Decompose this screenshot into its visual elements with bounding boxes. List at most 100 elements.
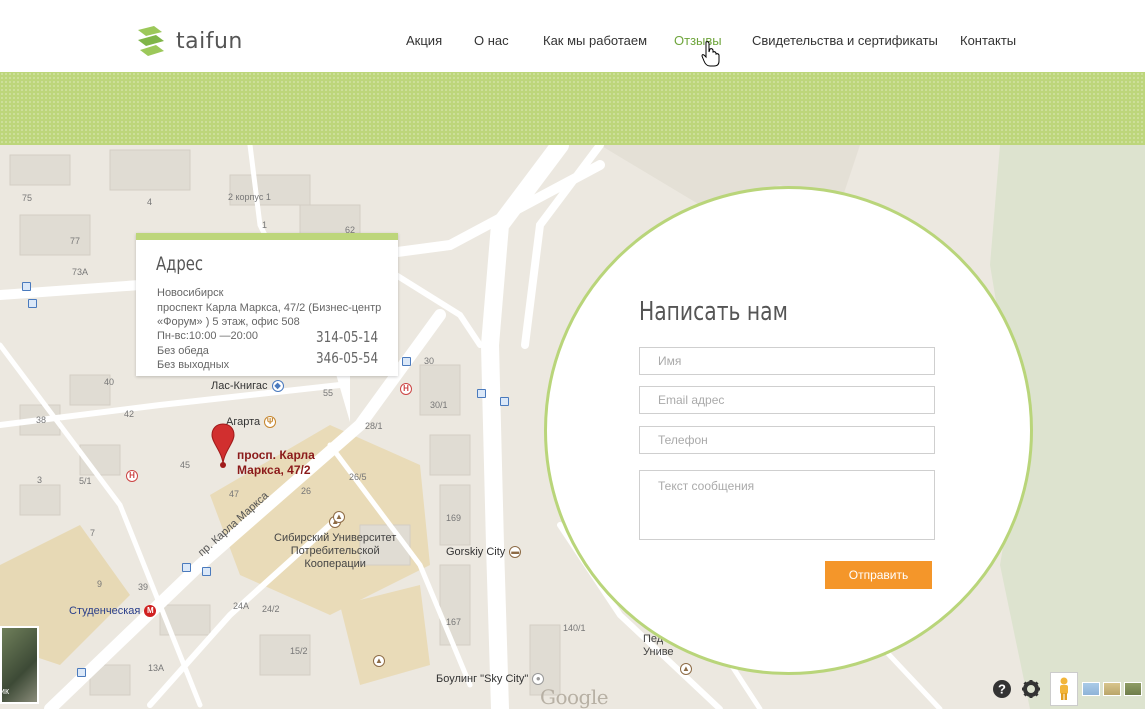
map-corpus-label: 2 корпус 1 xyxy=(228,192,271,202)
map-number: 45 xyxy=(180,460,191,470)
address-lunch: Без обеда xyxy=(157,345,209,357)
poi-gorskiy-city[interactable]: Gorskiy City ▬ xyxy=(446,546,522,558)
svg-text:?: ? xyxy=(998,682,1006,697)
message-textarea[interactable] xyxy=(639,470,935,540)
map-number: 26/5 xyxy=(349,472,367,482)
google-logo: Google xyxy=(540,685,609,709)
map-number: 5/1 xyxy=(79,476,92,486)
phone-input[interactable] xyxy=(639,426,935,454)
email-input[interactable] xyxy=(639,386,935,414)
address-days-off: Без выходных xyxy=(157,359,230,371)
bus-stop-icon xyxy=(402,357,411,366)
bus-stop-icon xyxy=(28,299,37,308)
map-number: 15/2 xyxy=(290,646,308,656)
address-hours: Пн-вс:10:00 —20:00 xyxy=(157,330,259,342)
bus-stop-icon xyxy=(477,389,486,398)
main-nav: Акция О нас Как мы работаем Отзывы Свиде… xyxy=(0,33,1145,53)
education-icon: ▲ xyxy=(333,511,345,523)
nav-item-akciya[interactable]: Акция xyxy=(406,33,442,48)
marker-label-line-1: просп. Карла xyxy=(237,448,315,462)
poi-bowling-label: Боулинг "Sky City" xyxy=(436,673,529,685)
marker-label: просп. Карла Маркса, 47/2 xyxy=(237,448,315,478)
help-icon[interactable]: ? xyxy=(992,679,1012,699)
map-number: 30/1 xyxy=(430,400,448,410)
green-banner xyxy=(0,72,1145,145)
nav-item-kak-my-rabotaem[interactable]: Как мы работаем xyxy=(543,33,647,48)
layer-thumb-satellite[interactable] xyxy=(1124,682,1142,696)
university-line-1: Сибирский Университет xyxy=(274,532,397,544)
education-icon: ▲ xyxy=(680,663,692,675)
map-number: 4 xyxy=(147,197,153,207)
map-number: 13А xyxy=(148,663,165,673)
pegman-icon xyxy=(1060,677,1068,700)
map-number: 73А xyxy=(72,267,89,277)
hospital-icon: H xyxy=(400,383,412,395)
location-marker-icon[interactable] xyxy=(210,423,236,469)
poi-gorskiy-label: Gorskiy City xyxy=(446,546,506,558)
university-line-2: Потребительской xyxy=(290,545,380,557)
address-card-tail xyxy=(336,374,350,422)
university-line-3: Кооперации xyxy=(304,558,366,570)
map-number: 30 xyxy=(424,356,435,366)
address-city: Новосибирск xyxy=(157,287,224,299)
poi-university[interactable]: ▲ Сибирский Университет Потребительской … xyxy=(274,515,396,571)
map-number: 55 xyxy=(323,388,334,398)
map-number: 77 xyxy=(70,236,81,246)
street-view-pegman[interactable] xyxy=(1050,672,1078,706)
layer-thumb-map[interactable] xyxy=(1082,682,1100,696)
bus-stop-icon xyxy=(202,567,211,576)
map-number: 1 xyxy=(262,220,268,230)
education-icon: ▲ xyxy=(373,655,385,667)
map-number: 24А xyxy=(233,601,250,611)
map-number: 169 xyxy=(446,513,462,523)
restaurant-icon: Ψ xyxy=(264,416,277,428)
poi-bowling[interactable]: Боулинг "Sky City" ● xyxy=(436,673,545,685)
entertainment-icon: ● xyxy=(532,673,545,685)
poi-las-knigas[interactable]: Лас-Книгас ◆ xyxy=(211,380,284,392)
layer-thumb-terrain[interactable] xyxy=(1103,682,1121,696)
nav-item-o-nas[interactable]: О нас xyxy=(474,33,509,48)
map-number: 75 xyxy=(22,193,33,203)
address-street: проспект Карла Маркса, 47/2 (Бизнес-цент… xyxy=(157,302,382,314)
map-controls: ? xyxy=(992,669,1145,709)
shop-icon: ◆ xyxy=(271,380,284,392)
map-number: 9 xyxy=(97,579,103,589)
bus-stop-icon xyxy=(500,397,509,406)
address-phone-2: 346-05-54 xyxy=(316,349,379,367)
map-number: 40 xyxy=(104,377,115,387)
nav-item-svidetelstva[interactable]: Свидетельства и сертификаты xyxy=(752,33,938,48)
poi-las-knigas-label: Лас-Книгас xyxy=(211,380,268,392)
ped-line-2: Униве xyxy=(643,646,674,658)
poi-studencheskaya-label: Студенческая xyxy=(69,605,141,617)
form-title: Написать нам xyxy=(639,297,788,327)
address-office: «Форум» ) 5 этаж, офис 508 xyxy=(157,316,300,328)
hand-cursor-icon xyxy=(701,41,720,67)
map-number: 7 xyxy=(90,528,96,538)
address-card: Адрес Новосибирск проспект Карла Маркса,… xyxy=(136,233,398,376)
marker-label-line-2: Маркса, 47/2 xyxy=(237,463,311,477)
submit-button[interactable]: Отправить xyxy=(825,561,932,589)
hospital-icon: H xyxy=(126,470,138,482)
map-number: 38 xyxy=(36,415,47,425)
map-number: 140/1 xyxy=(563,623,586,633)
hotel-icon: ▬ xyxy=(509,546,522,558)
nav-item-kontakty[interactable]: Контакты xyxy=(960,33,1016,48)
map-number: 42 xyxy=(124,409,135,419)
name-input[interactable] xyxy=(639,347,935,375)
map-number: 167 xyxy=(446,617,462,627)
address-title: Адрес xyxy=(156,253,204,275)
site-header: taifun Акция О нас Как мы работаем Отзыв… xyxy=(0,0,1145,72)
map-number: 3 xyxy=(37,475,43,485)
map-number: 28/1 xyxy=(365,421,383,431)
map-number: 39 xyxy=(138,582,149,592)
map-number: 24/2 xyxy=(262,604,280,614)
bus-stop-icon xyxy=(77,668,86,677)
metro-icon: M xyxy=(144,605,157,617)
bus-stop-icon xyxy=(22,282,31,291)
map-number: 26 xyxy=(301,486,312,496)
gear-icon[interactable] xyxy=(1021,679,1041,699)
poi-studencheskaya[interactable]: Студенческая M xyxy=(69,605,157,617)
bus-stop-icon xyxy=(182,563,191,572)
satellite-toggle-label: ик xyxy=(0,686,9,696)
address-phone-1: 314-05-14 xyxy=(316,328,379,346)
